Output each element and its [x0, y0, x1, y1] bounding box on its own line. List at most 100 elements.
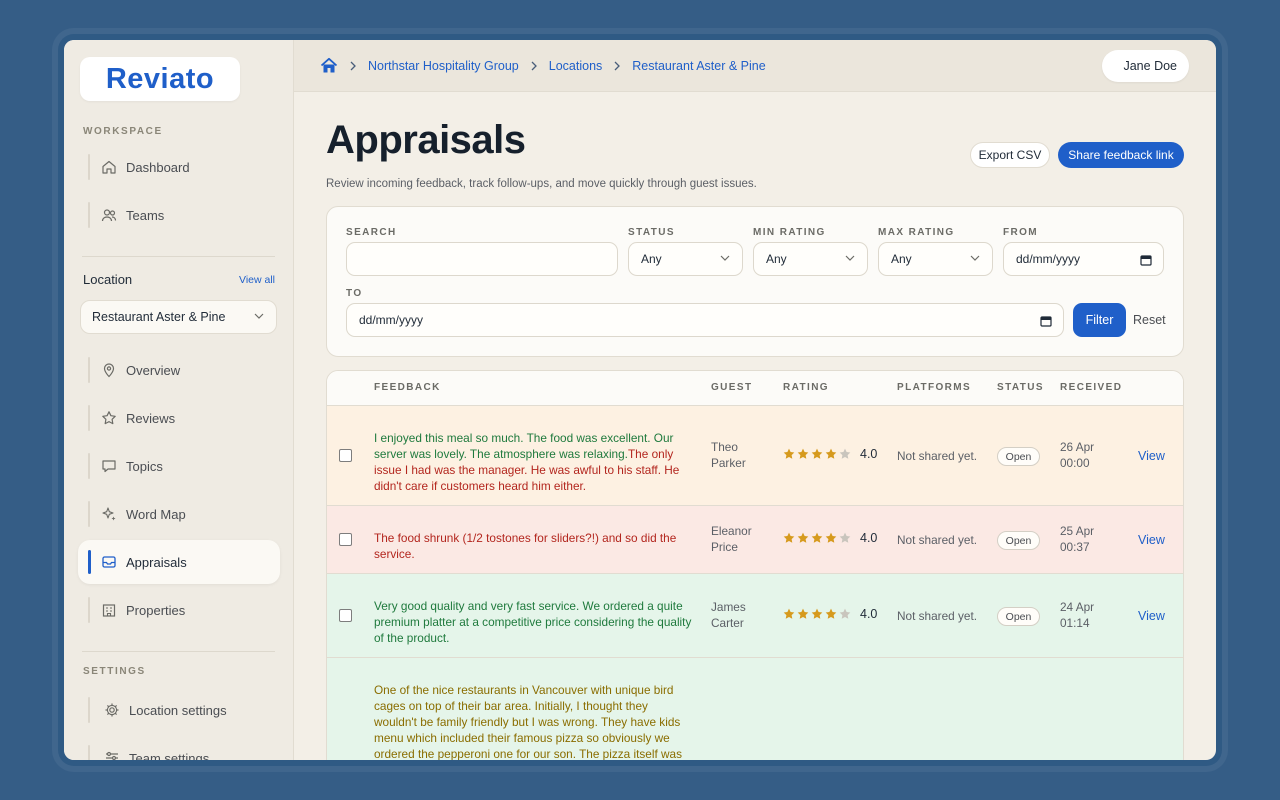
row-select-checkbox[interactable]	[339, 449, 352, 462]
sidebar-item-topics[interactable]: Topics	[88, 449, 268, 483]
table-row[interactable]: One of the nice restaurants in Vancouver…	[327, 658, 1183, 760]
row-select-checkbox[interactable]	[339, 609, 352, 622]
star-empty-icon	[839, 448, 851, 459]
sidebar-item-label: Team settings	[129, 750, 210, 761]
received-line: 24 Apr	[1060, 600, 1095, 614]
nav-indicator	[88, 597, 90, 623]
breadcrumb-item-locations[interactable]: Locations	[549, 59, 603, 73]
view-link[interactable]: View	[1138, 533, 1165, 547]
table-row[interactable]: I enjoyed this meal so much. The food wa…	[327, 406, 1183, 506]
gear-icon	[105, 703, 119, 717]
sidebar-item-dashboard[interactable]: Dashboard	[88, 150, 268, 184]
filter-button[interactable]: Filter	[1073, 303, 1126, 337]
chevron-down-icon	[720, 255, 730, 261]
breadcrumb: Northstar Hospitality Group Locations Re…	[320, 57, 766, 74]
nav-indicator	[88, 697, 90, 723]
guest-name: Theo Parker	[711, 439, 771, 471]
app-window: Reviato WORKSPACE Dashboard Teams Locati…	[64, 40, 1216, 760]
star-filled-icon	[783, 532, 795, 543]
view-link[interactable]: View	[1138, 449, 1165, 463]
sidebar-divider	[82, 651, 275, 652]
breadcrumb-item-organization[interactable]: Northstar Hospitality Group	[368, 59, 519, 73]
feedback-text: Very good quality and very fast service.…	[374, 598, 692, 646]
table-row[interactable]: Very good quality and very fast service.…	[327, 574, 1183, 658]
to-date-value: dd/mm/yyyy	[359, 313, 424, 327]
export-csv-button[interactable]: Export CSV	[970, 142, 1050, 168]
chevron-down-icon	[970, 255, 980, 261]
nav-indicator	[88, 357, 90, 383]
column-header-status: STATUS	[997, 382, 1044, 393]
brand-logo[interactable]: Reviato	[80, 57, 240, 101]
sidebar-item-label: Properties	[126, 602, 186, 618]
from-date-value: dd/mm/yyyy	[1016, 252, 1081, 266]
star-filled-icon	[825, 448, 837, 459]
user-menu-button[interactable]: Jane Doe	[1102, 50, 1189, 82]
guest-name-line: Theo	[711, 440, 738, 454]
sidebar-item-location-settings[interactable]: Location settings	[88, 693, 268, 727]
view-link[interactable]: View	[1138, 609, 1165, 623]
top-bar: Northstar Hospitality Group Locations Re…	[294, 40, 1216, 92]
location-header: Location View all	[83, 272, 275, 287]
sidebar-item-properties[interactable]: Properties	[88, 593, 268, 627]
filter-panel: SEARCH STATUS Any MIN RATING Any MAX RAT…	[326, 206, 1184, 357]
min-rating-label: MIN RATING	[753, 227, 826, 238]
star-rating: 4.0	[783, 447, 877, 461]
feedback-text: One of the nice restaurants in Vancouver…	[374, 682, 692, 760]
nav-indicator	[88, 501, 90, 527]
sidebar-item-overview[interactable]: Overview	[88, 353, 268, 387]
to-date-input[interactable]: dd/mm/yyyy	[346, 303, 1064, 337]
share-feedback-link-button[interactable]: Share feedback link	[1058, 142, 1184, 168]
feedback-segment-positive: Very good quality and very fast service.…	[374, 599, 692, 645]
page-subtitle: Review incoming feedback, track follow-u…	[326, 178, 757, 190]
location-select[interactable]: Restaurant Aster & Pine	[80, 300, 277, 334]
sidebar-item-teams[interactable]: Teams	[88, 198, 268, 232]
rating-value: 4.0	[860, 607, 878, 621]
search-input[interactable]	[346, 242, 618, 276]
to-label: TO	[346, 288, 363, 299]
row-select-checkbox[interactable]	[339, 533, 352, 546]
table-row[interactable]: The food shrunk (1/2 tostones for slider…	[327, 506, 1183, 574]
rating-value: 4.0	[860, 531, 878, 545]
sidebar-item-label: Reviews	[126, 410, 176, 426]
feedback-segment-mixed: One of the nice restaurants in Vancouver…	[374, 683, 682, 760]
status-badge: Open	[997, 531, 1040, 550]
location-select-value: Restaurant Aster & Pine	[92, 310, 226, 324]
status-badge: Open	[997, 447, 1040, 466]
star-filled-icon	[783, 608, 795, 619]
star-filled-icon	[797, 532, 809, 543]
sidebar-item-reviews[interactable]: Reviews	[88, 401, 268, 435]
max-rating-select[interactable]: Any	[878, 242, 993, 276]
main-content: Northstar Hospitality Group Locations Re…	[294, 40, 1216, 760]
received-line: 26 Apr	[1060, 440, 1095, 454]
feedback-text: The food shrunk (1/2 tostones for slider…	[374, 530, 692, 562]
reset-button[interactable]: Reset	[1133, 313, 1166, 327]
home-icon[interactable]	[320, 57, 338, 74]
guest-name: James Carter	[711, 599, 771, 631]
column-header-guest: GUEST	[711, 382, 753, 393]
status-select[interactable]: Any	[628, 242, 743, 276]
feedback-segment-negative: The food shrunk (1/2 tostones for slider…	[374, 531, 677, 561]
star-filled-icon	[811, 608, 823, 619]
view-all-link[interactable]: View all	[239, 274, 275, 286]
max-rating-select-value: Any	[891, 252, 912, 266]
sidebar-divider	[82, 256, 275, 257]
sidebar-item-team-settings[interactable]: Team settings	[88, 741, 268, 760]
star-filled-icon	[797, 448, 809, 459]
received-line: 25 Apr	[1060, 524, 1095, 538]
calendar-icon[interactable]	[1040, 315, 1052, 327]
sidebar-item-appraisals[interactable]: Appraisals	[78, 540, 280, 584]
platforms-value: Not shared yet.	[897, 609, 977, 623]
rating-value: 4.0	[860, 447, 878, 461]
inbox-icon	[102, 556, 116, 568]
from-date-input[interactable]: dd/mm/yyyy	[1003, 242, 1164, 276]
received-datetime: 24 Apr 01:14	[1060, 599, 1094, 631]
min-rating-select-value: Any	[766, 252, 787, 266]
star-rating: 4.0	[783, 607, 877, 621]
sidebar-item-word-map[interactable]: Word Map	[88, 497, 268, 531]
chevron-down-icon	[845, 255, 855, 261]
received-line: 00:00	[1060, 456, 1090, 470]
min-rating-select[interactable]: Any	[753, 242, 868, 276]
breadcrumb-item-current[interactable]: Restaurant Aster & Pine	[632, 59, 765, 73]
received-datetime: 25 Apr 00:37	[1060, 523, 1094, 555]
calendar-icon[interactable]	[1140, 254, 1152, 266]
